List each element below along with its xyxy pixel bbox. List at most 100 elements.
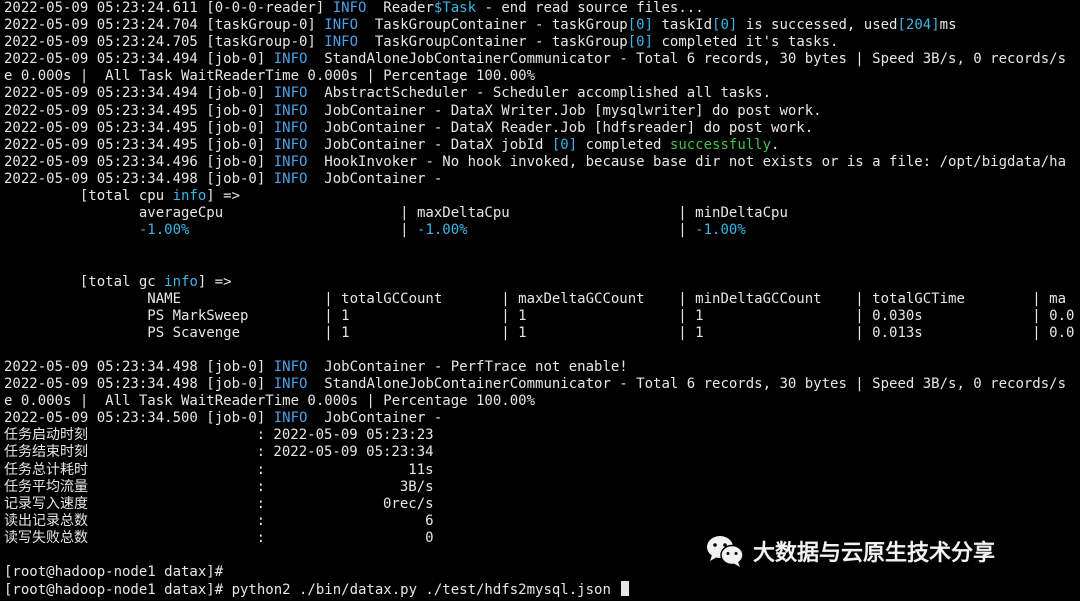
terminal-line: 记录写入速度 : 0rec/s: [4, 496, 1080, 513]
line-text: info: [164, 273, 198, 290]
terminal-line: [root@hadoop-node1 datax]# python2 ./bin…: [4, 581, 1080, 598]
line-text: 2022-05-09 05:23:34.494 [job-0]: [4, 51, 274, 68]
line-text: .: [771, 136, 780, 153]
line-text: [total gc: [4, 273, 165, 290]
terminal-line: 2022-05-09 05:23:34.495 [job-0] INFO Job…: [4, 103, 1080, 120]
line-text: 读出记录总数 : 6: [4, 512, 434, 529]
terminal-output[interactable]: 2022-05-09 05:23:24.611 [0-0-0-reader] I…: [4, 0, 1080, 598]
line-text: info: [172, 188, 207, 205]
log-level: INFO: [273, 358, 308, 375]
line-text: JobContainer -: [307, 410, 443, 427]
line-text: JobContainer - DataX jobId: [307, 136, 552, 153]
line-text: successfully: [669, 136, 772, 153]
line-text: TaskGroupContainer - taskGroup: [358, 17, 628, 34]
terminal-line: 2022-05-09 05:23:34.495 [job-0] INFO Job…: [4, 137, 1080, 154]
line-text: [4, 222, 139, 238]
line-text: TaskGroupContainer - taskGroup: [358, 34, 628, 51]
line-text: -1.00%: [138, 222, 190, 239]
line-text: NAME | totalGCCount | maxDeltaGCCount | …: [4, 290, 1067, 307]
watermark-text: 大数据与云原生技术分享: [753, 541, 996, 566]
log-level: INFO: [324, 17, 359, 34]
line-text: 2022-05-09 05:23:34.498 [job-0]: [4, 376, 274, 393]
line-text: PS MarkSweep | 1 | 1 | 1 | 0.030s | 0.0: [4, 307, 1075, 324]
line-text: completed it's tasks.: [653, 34, 839, 51]
terminal-line: 2022-05-09 05:23:24.611 [0-0-0-reader] I…: [4, 0, 1080, 17]
log-level: INFO: [273, 119, 308, 136]
log-level: INFO: [273, 136, 308, 153]
line-text: |: [467, 222, 696, 239]
line-text: 任务启动时刻 : 2022-05-09 05:23:23: [4, 427, 434, 444]
line-text: 读写失败总数 : 0: [4, 529, 434, 546]
terminal-line: PS Scavenge | 1 | 1 | 1 | 0.013s | 0.0: [4, 325, 1080, 342]
line-text: -1.00%: [417, 222, 468, 239]
line-text: 2022-05-09 05:23:34.498 [job-0]: [4, 358, 274, 375]
line-text: JobContainer - PerfTrace not enable!: [307, 358, 628, 375]
terminal-line: -1.00% | -1.00% | -1.00%: [4, 222, 1080, 239]
terminal-line: e 0.000s | All Task WaitReaderTime 0.000…: [4, 393, 1080, 410]
log-level: INFO: [324, 34, 359, 51]
terminal-line: e 0.000s | All Task WaitReaderTime 0.000…: [4, 68, 1080, 85]
line-text: StandAloneJobContainerCommunicator - Tot…: [307, 51, 1067, 68]
line-text: 2022-05-09 05:23:34.494 [job-0]: [4, 85, 274, 102]
line-text: -1.00%: [695, 222, 746, 239]
terminal-line: 2022-05-09 05:23:34.498 [job-0] INFO Sta…: [4, 376, 1080, 393]
line-text: [0]: [627, 34, 654, 51]
line-text: 2022-05-09 05:23:34.495 [job-0]: [4, 136, 274, 153]
line-text: 任务平均流量 : 3B/s: [4, 478, 434, 495]
line-text: StandAloneJobContainerCommunicator - Tot…: [307, 376, 1067, 393]
terminal-line: 2022-05-09 05:23:34.495 [job-0] INFO Job…: [4, 120, 1080, 137]
line-text: 2022-05-09 05:23:34.495 [job-0]: [4, 102, 274, 119]
line-text: 记录写入速度 : 0rec/s: [4, 495, 434, 512]
terminal-line: 2022-05-09 05:23:34.498 [job-0] INFO Job…: [4, 359, 1080, 376]
line-text: 任务总计耗时 : 11s: [4, 461, 434, 478]
terminal-line: 2022-05-09 05:23:34.494 [job-0] INFO Sta…: [4, 51, 1080, 68]
terminal-line: 任务启动时刻 : 2022-05-09 05:23:23: [4, 427, 1080, 444]
line-text: taskId: [653, 17, 713, 34]
line-text: PS Scavenge | 1 | 1 | 1 | 0.013s | 0.0: [4, 324, 1075, 341]
terminal-line: averageCpu | maxDeltaCpu | minDeltaCpu: [4, 205, 1080, 222]
terminal-line: NAME | totalGCCount | maxDeltaGCCount | …: [4, 291, 1080, 308]
terminal-cursor: [621, 581, 630, 597]
line-text: JobContainer -: [307, 170, 443, 187]
line-text: 2022-05-09 05:23:34.500 [job-0]: [4, 410, 274, 427]
line-text: [root@hadoop-node1 datax]# python2 ./bin…: [4, 582, 620, 599]
line-text: 2022-05-09 05:23:34.498 [job-0]: [4, 170, 274, 187]
line-text: - end read source files...: [476, 0, 704, 16]
terminal-line: 2022-05-09 05:23:34.498 [job-0] INFO Job…: [4, 171, 1080, 188]
log-level: INFO: [273, 170, 308, 187]
terminal-line: 任务平均流量 : 3B/s: [4, 479, 1080, 496]
line-text: e 0.000s | All Task WaitReaderTime 0.000…: [4, 68, 536, 85]
line-text: [0]: [551, 136, 578, 153]
line-text: is successed, used: [737, 17, 898, 34]
line-text: 2022-05-09 05:23:34.495 [job-0]: [4, 119, 274, 136]
line-text: ms: [939, 17, 957, 34]
line-text: JobContainer - DataX Writer.Job [mysqlwr…: [307, 102, 822, 119]
terminal-line: 2022-05-09 05:23:34.496 [job-0] INFO Hoo…: [4, 154, 1080, 171]
log-level: INFO: [273, 376, 308, 393]
wechat-icon: [707, 536, 744, 567]
line-text: 2022-05-09 05:23:24.705 [taskGroup-0]: [4, 34, 325, 51]
line-text: e 0.000s | All Task WaitReaderTime 0.000…: [4, 393, 536, 410]
line-text: completed: [577, 136, 670, 153]
log-level: INFO: [273, 85, 308, 102]
line-text: JobContainer - DataX Reader.Job [hdfsrea…: [307, 119, 814, 136]
line-text: [root@hadoop-node1 datax]#: [4, 564, 224, 581]
terminal-line: 2022-05-09 05:23:34.494 [job-0] INFO Abs…: [4, 85, 1080, 102]
line-text: ] =>: [197, 273, 232, 290]
terminal-line: 读出记录总数 : 6: [4, 513, 1080, 530]
terminal-line: [total gc info] =>: [4, 274, 1080, 291]
line-text: [204]: [897, 17, 940, 34]
log-level: INFO: [273, 102, 308, 119]
line-text: [0]: [712, 17, 738, 34]
log-level: INFO: [273, 51, 308, 68]
terminal-line: 任务结束时刻 : 2022-05-09 05:23:34: [4, 444, 1080, 461]
line-text: Reader: [366, 0, 434, 16]
terminal-line: [total cpu info] =>: [4, 188, 1080, 205]
terminal-line: 2022-05-09 05:23:24.704 [taskGroup-0] IN…: [4, 17, 1080, 34]
line-text: averageCpu | maxDeltaCpu | minDeltaCpu: [4, 205, 788, 222]
log-level: INFO: [273, 410, 308, 427]
line-text: 2022-05-09 05:23:34.496 [job-0]: [4, 153, 274, 170]
line-text: [0]: [627, 17, 654, 34]
